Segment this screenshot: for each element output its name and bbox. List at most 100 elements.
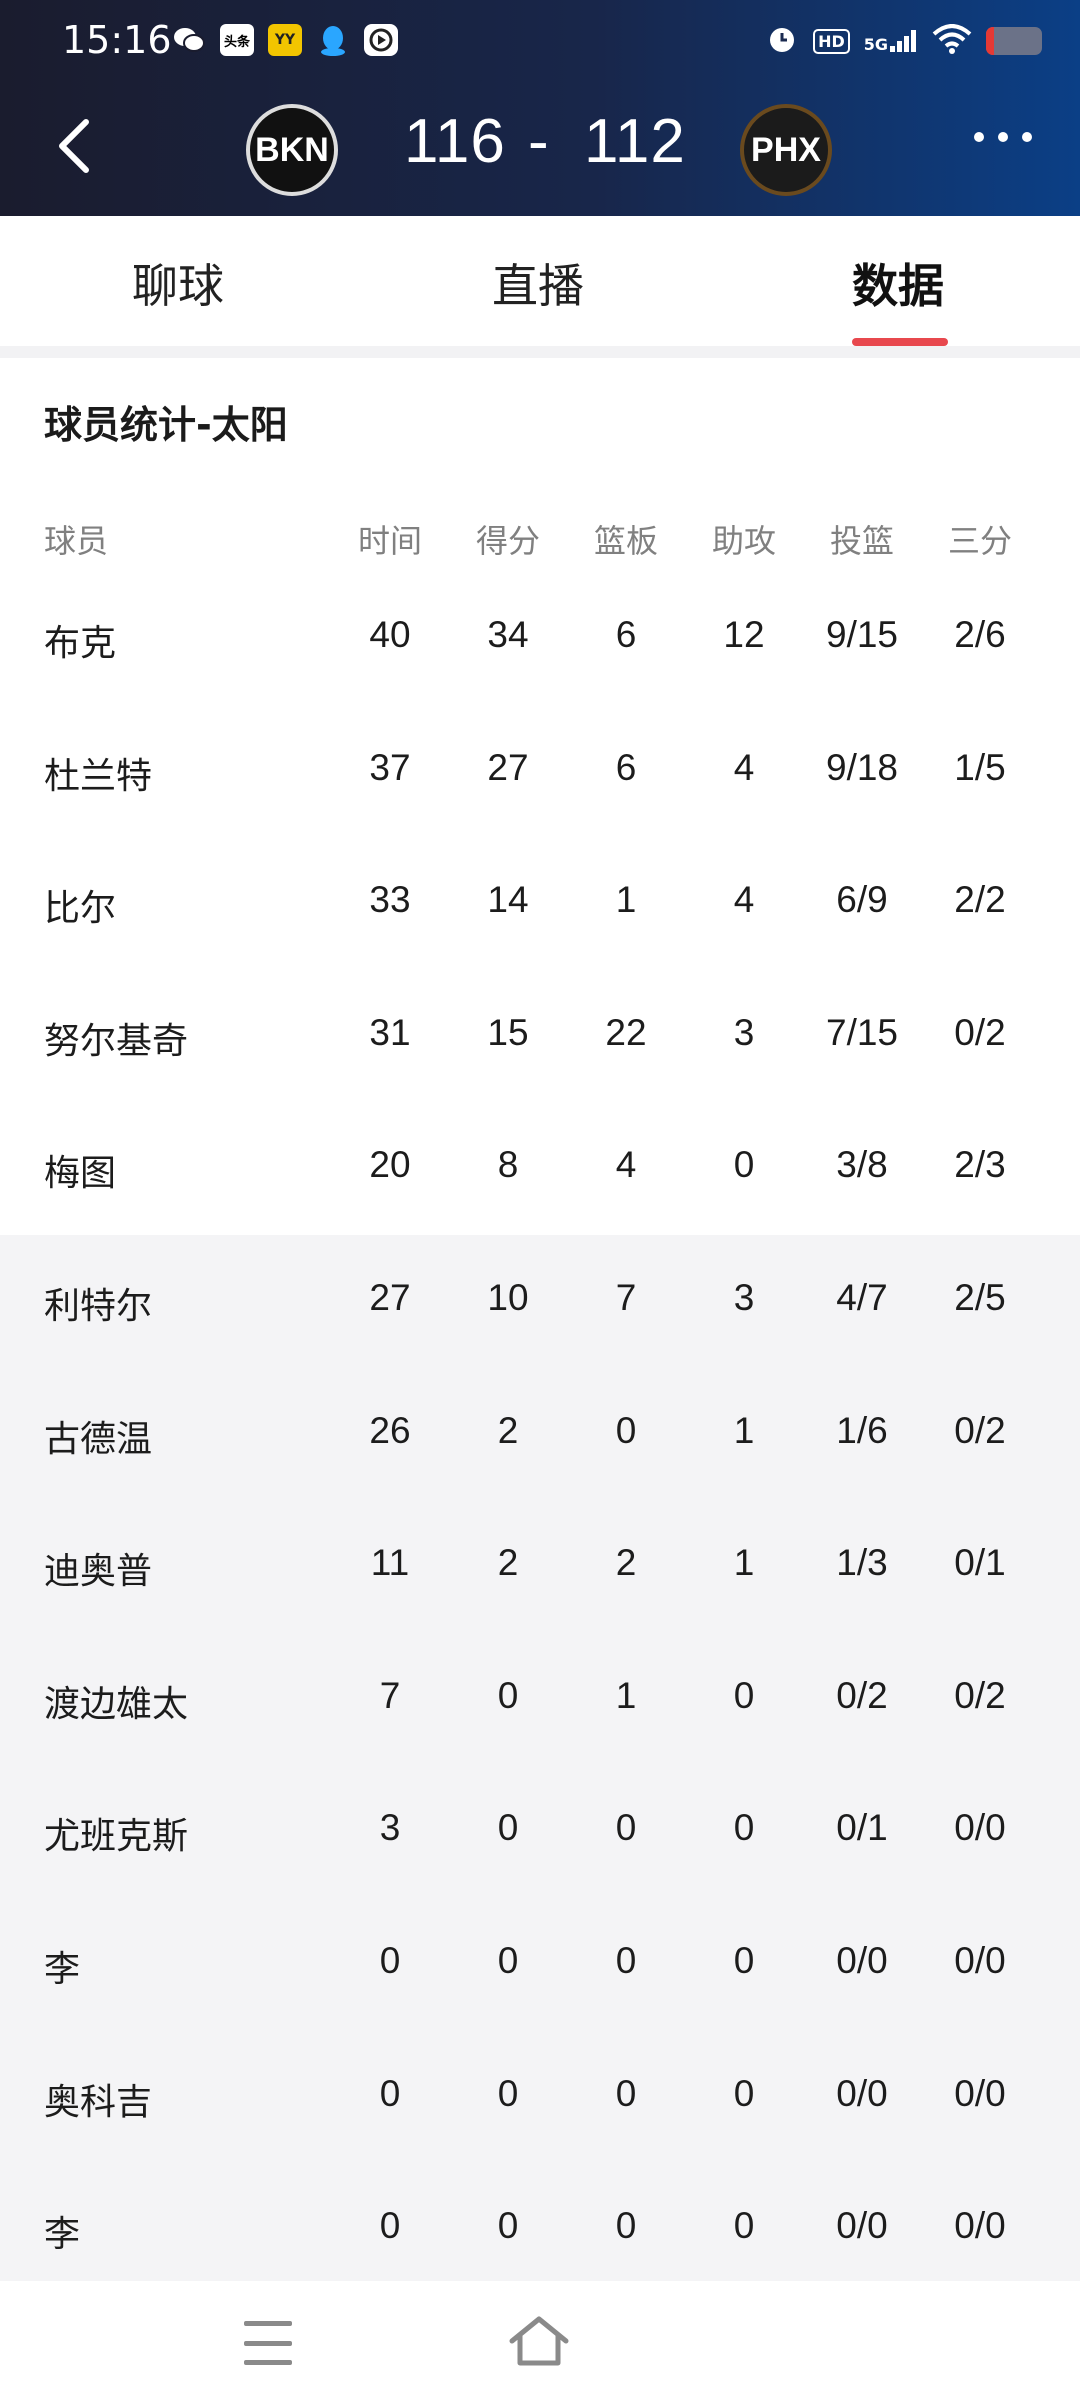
- assists-cell: 4: [733, 879, 755, 921]
- network-type: 5G: [863, 35, 888, 54]
- three-pointers-cell: 2/2: [954, 879, 1006, 921]
- field-goals-cell: 0/0: [836, 1940, 888, 1981]
- assists-cell: 12: [723, 614, 765, 655]
- back-button[interactable]: [54, 114, 114, 178]
- player-row[interactable]: 李00000/00/00: [0, 2163, 1080, 2296]
- toutiao-icon: 头条: [220, 24, 254, 56]
- table-header: 球员 时间 得分 篮板 助攻 投篮 三分 罚: [0, 506, 1080, 566]
- assists-cell: 0: [733, 1940, 755, 1981]
- player-name: 比尔: [44, 888, 117, 930]
- minutes-cell: 0: [379, 2072, 401, 2114]
- column-header-field-goals: 投篮: [829, 522, 895, 560]
- column-header-rebounds: 篮板: [593, 522, 659, 560]
- video-play-icon: [364, 24, 398, 56]
- three-pointers-cell: 0/0: [954, 2072, 1006, 2114]
- tab-live[interactable]: 直播: [492, 250, 584, 316]
- assists-cell: 1: [733, 1409, 755, 1451]
- rebounds-cell: 1: [615, 1674, 637, 1716]
- menu-line: [244, 2360, 292, 2365]
- status-indicators: HD 5G: [765, 22, 1042, 60]
- points-cell: 15: [487, 1011, 529, 1053]
- player-row[interactable]: 梅图208403/82/30: [0, 1102, 1080, 1235]
- rebounds-cell: 0: [615, 1409, 637, 1451]
- app-screen: 15:16 头条 YY HD 5G BKN 116 - 112 PHX 聊球 直…: [0, 0, 1080, 2408]
- qq-icon: [316, 24, 350, 56]
- tab-chat[interactable]: 聊球: [132, 250, 224, 316]
- three-pointers-cell: 0/2: [954, 1409, 1006, 1451]
- three-pointers-cell: 0/0: [954, 1807, 1006, 1849]
- rebounds-cell: 1: [615, 879, 637, 921]
- rebounds-cell: 22: [605, 1011, 647, 1053]
- player-name: 李: [44, 1949, 81, 1990]
- minutes-cell: 37: [369, 746, 411, 788]
- section-title: 球员统计-太阳: [44, 403, 288, 447]
- rebounds-cell: 0: [615, 2205, 637, 2247]
- field-goals-cell: 3/8: [836, 1144, 888, 1186]
- assists-cell: 3: [733, 1011, 755, 1053]
- rebounds-cell: 0: [615, 1940, 637, 1981]
- player-row[interactable]: 布克40346129/152/614: [0, 572, 1080, 705]
- minutes-cell: 26: [369, 1409, 411, 1451]
- field-goals-cell: 6/9: [836, 879, 888, 921]
- rebounds-cell: 4: [615, 1144, 637, 1186]
- score-separator: -: [528, 107, 550, 176]
- battery-level: [986, 27, 995, 55]
- home-team-logo[interactable]: BKN: [246, 104, 338, 196]
- player-name: 李: [44, 2214, 81, 2256]
- assists-cell: 0: [733, 1144, 755, 1186]
- player-row[interactable]: 尤班克斯30000/10/00: [0, 1765, 1080, 1898]
- away-team-abbr: PHX: [751, 130, 821, 169]
- assists-cell: 0: [733, 2205, 755, 2247]
- tab-stats[interactable]: 数据: [852, 250, 944, 316]
- player-row[interactable]: 杜兰特3727649/181/58: [0, 705, 1080, 838]
- three-pointers-cell: 0/0: [954, 1940, 1006, 1981]
- field-goals-cell: 9/15: [825, 614, 899, 655]
- menu-line: [244, 2340, 292, 2346]
- wechat-icon: [172, 24, 206, 56]
- points-cell: 8: [497, 1144, 519, 1186]
- game-header: 15:16 头条 YY HD 5G BKN 116 - 112 PHX: [0, 0, 1080, 216]
- assists-cell: 0: [733, 1674, 755, 1716]
- rebounds-cell: 0: [615, 2072, 637, 2114]
- minutes-cell: 40: [369, 614, 411, 655]
- field-goals-cell: 7/15: [825, 1011, 899, 1053]
- wifi-icon: [932, 24, 972, 58]
- chevron-left-icon: [59, 119, 89, 173]
- field-goals-cell: 1/6: [836, 1409, 888, 1451]
- player-row[interactable]: 利特尔2710734/72/50: [0, 1235, 1080, 1368]
- three-pointers-cell: 2/3: [954, 1144, 1006, 1186]
- minutes-cell: 7: [379, 1674, 401, 1716]
- field-goals-cell: 1/3: [836, 1542, 888, 1584]
- player-row[interactable]: 比尔3314146/92/20: [0, 837, 1080, 970]
- more-dot-icon: [998, 132, 1008, 142]
- minutes-cell: 33: [369, 879, 411, 921]
- tab-bar: 聊球 直播 数据: [0, 216, 1080, 346]
- player-name: 奥科吉: [44, 2081, 153, 2123]
- divider: [0, 346, 1080, 358]
- away-team-logo[interactable]: PHX: [740, 104, 832, 196]
- player-row[interactable]: 古德温262011/60/20: [0, 1367, 1080, 1501]
- player-name: 杜兰特: [44, 755, 153, 797]
- minutes-cell: 0: [379, 1940, 401, 1981]
- player-row[interactable]: 李00000/00/00: [0, 1898, 1080, 2031]
- home-score: 116: [404, 107, 506, 176]
- status-time: 15:16: [62, 18, 172, 62]
- home-icon[interactable]: [508, 2315, 570, 2369]
- player-row[interactable]: 努尔基奇31152237/150/21: [0, 970, 1080, 1103]
- more-options-button[interactable]: [974, 132, 1032, 142]
- player-row[interactable]: 奥科吉00000/00/00: [0, 2030, 1080, 2164]
- minutes-cell: 31: [369, 1011, 411, 1053]
- points-cell: 0: [497, 1940, 519, 1981]
- menu-icon[interactable]: [244, 2321, 292, 2365]
- field-goals-cell: 4/7: [836, 1277, 888, 1318]
- battery-icon: [986, 27, 1042, 55]
- player-row[interactable]: 渡边雄太70100/20/20: [0, 1632, 1080, 1766]
- field-goals-cell: 0/0: [836, 2205, 888, 2247]
- assists-cell: 0: [733, 1807, 755, 1849]
- points-cell: 10: [487, 1277, 529, 1318]
- rebounds-cell: 6: [615, 746, 637, 788]
- more-dot-icon: [974, 132, 984, 142]
- player-row[interactable]: 迪奥普112211/30/10: [0, 1500, 1080, 1633]
- player-name: 梅图: [44, 1153, 117, 1195]
- more-dot-icon: [1022, 132, 1032, 142]
